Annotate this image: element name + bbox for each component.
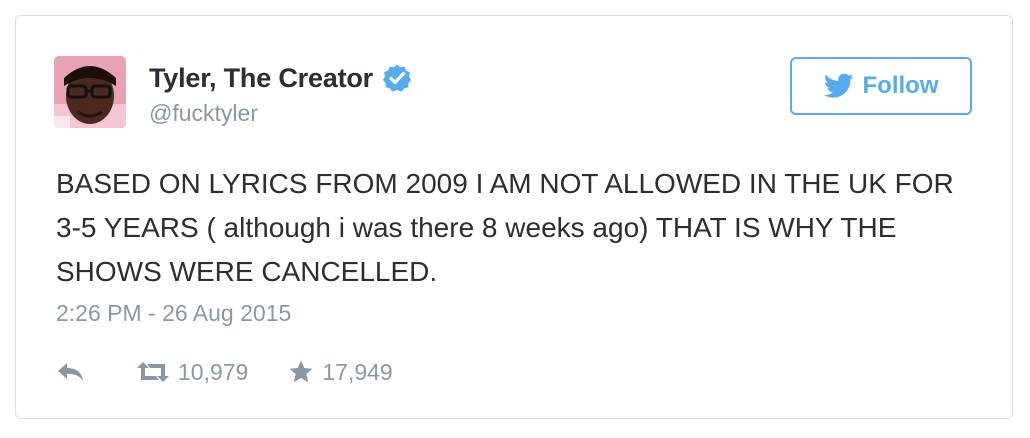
author-display-name[interactable]: Tyler, The Creator — [149, 63, 373, 94]
author-name-row: Tyler, The Creator — [149, 60, 412, 96]
avatar[interactable] — [54, 56, 126, 128]
follow-button[interactable]: Follow — [790, 57, 972, 115]
tweet-actions: 10,979 17,949 — [56, 356, 393, 388]
twitter-bird-icon — [823, 73, 854, 99]
retweet-icon — [137, 362, 169, 382]
avatar-image — [54, 56, 126, 128]
favorite-count: 17,949 — [322, 358, 393, 385]
verified-badge-icon — [382, 63, 412, 93]
tweet-card: Tyler, The Creator @fucktyler Follow BAS… — [15, 15, 1013, 419]
retweet-button[interactable]: 10,979 — [136, 359, 248, 386]
reply-arrow-icon — [58, 363, 83, 381]
star-icon — [289, 360, 313, 383]
retweet-count: 10,979 — [178, 358, 249, 385]
author-handle[interactable]: @fucktyler — [149, 100, 258, 127]
favorite-button[interactable]: 17,949 — [288, 358, 393, 386]
tweet-timestamp[interactable]: 2:26 PM - 26 Aug 2015 — [56, 300, 291, 327]
tweet-text: BASED ON LYRICS FROM 2009 I AM NOT ALLOW… — [56, 168, 954, 287]
follow-button-label: Follow — [862, 72, 939, 99]
reply-button[interactable] — [56, 361, 86, 383]
